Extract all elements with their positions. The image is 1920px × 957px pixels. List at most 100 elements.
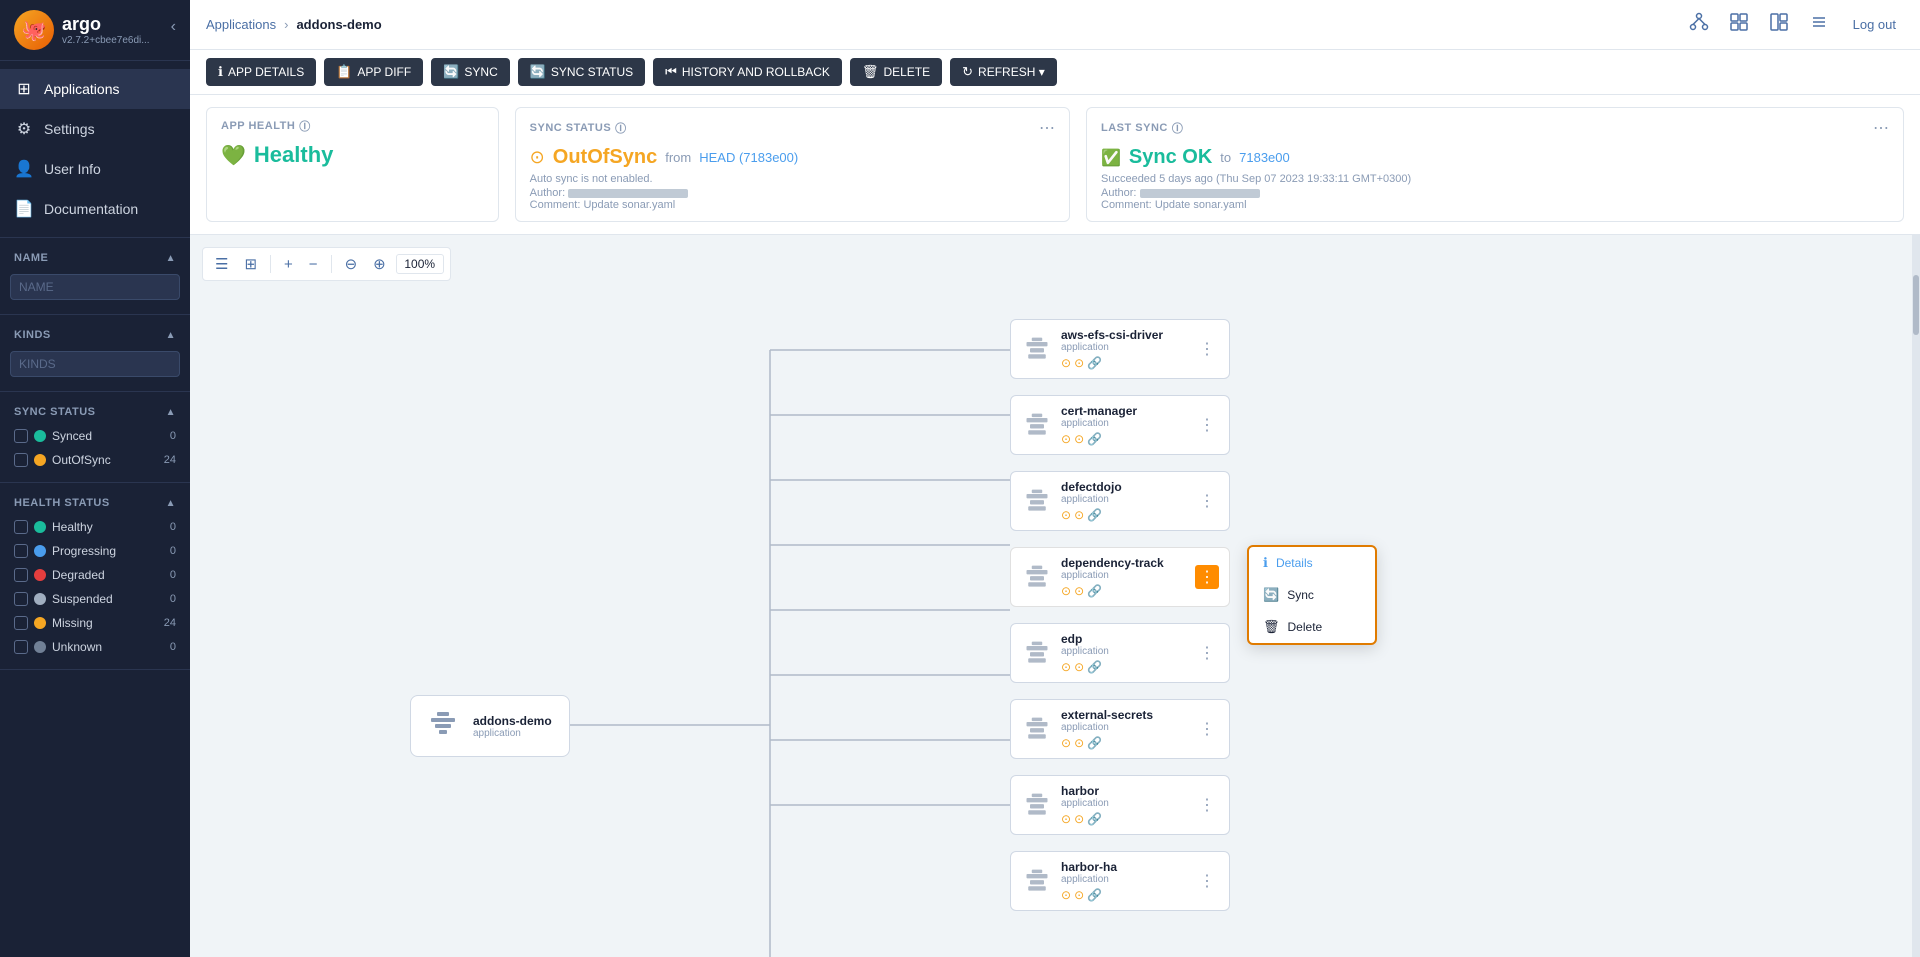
filter-row-synced: Synced 0 [0, 424, 190, 448]
edp-link-icon[interactable]: 🔗 [1087, 660, 1102, 674]
node-name-dependency-track: dependency-track [1061, 556, 1164, 570]
aws-efs-link-icon[interactable]: 🔗 [1087, 356, 1102, 370]
sidebar-item-documentation[interactable]: 📄 Documentation [0, 189, 190, 229]
node-menu-aws-efs[interactable]: ⋮ [1195, 337, 1219, 361]
logout-button[interactable]: Log out [1845, 13, 1904, 36]
health-section-header: HEALTH STATUS ▲ [0, 493, 190, 515]
grid-view-canvas-button[interactable]: ⊞ [238, 252, 263, 276]
node-defectdojo[interactable]: defectdojo application ⊙ ⊙ 🔗 ⋮ [1010, 471, 1230, 531]
name-filter-section: NAME ▲ [0, 238, 190, 315]
split-view-button[interactable] [1765, 8, 1793, 41]
node-menu-harbor[interactable]: ⋮ [1195, 793, 1219, 817]
ext-secrets-link-icon[interactable]: 🔗 [1087, 736, 1102, 750]
root-app-name: addons-demo [473, 714, 552, 728]
delete-button[interactable]: 🗑 DELETE [850, 58, 942, 86]
node-menu-external-secrets[interactable]: ⋮ [1195, 717, 1219, 741]
node-menu-harbor-ha[interactable]: ⋮ [1195, 869, 1219, 893]
cert-manager-link-icon[interactable]: 🔗 [1087, 432, 1102, 446]
health-chevron[interactable]: ▲ [166, 498, 176, 509]
sync-ok-icon: ✅ [1101, 148, 1121, 168]
topbar: Applications › addons-demo Log out [190, 0, 1920, 50]
sync-button[interactable]: 🔄 SYNC [431, 58, 510, 86]
missing-checkbox[interactable] [14, 616, 28, 630]
sync-status-info-icon[interactable]: ⓘ [615, 120, 627, 136]
grid-view-button[interactable] [1725, 8, 1753, 41]
harbor-ha-link-icon[interactable]: 🔗 [1087, 888, 1102, 902]
sidebar-item-user-info[interactable]: 👤 User Info [0, 149, 190, 189]
context-menu-delete[interactable]: 🗑 Delete [1249, 611, 1375, 643]
app-details-button[interactable]: ℹ APP DETAILS [206, 58, 316, 86]
outofSync-label: OutOfSync [52, 453, 111, 467]
suspended-checkbox[interactable] [14, 592, 28, 606]
node-edp[interactable]: edp application ⊙ ⊙ 🔗 ⋮ [1010, 623, 1230, 683]
node-harbor-ha[interactable]: harbor-ha application ⊙ ⊙ 🔗 ⋮ [1010, 851, 1230, 911]
sync-chevron[interactable]: ▲ [166, 407, 176, 418]
dep-track-link-icon[interactable]: 🔗 [1087, 584, 1102, 598]
node-cert-manager[interactable]: cert-manager application ⊙ ⊙ 🔗 ⋮ [1010, 395, 1230, 455]
app-diff-button[interactable]: 📋 APP DIFF [324, 58, 423, 86]
canvas-zoom-in-button[interactable]: + [278, 253, 299, 276]
synced-count: 0 [170, 430, 176, 442]
sync-head-link[interactable]: HEAD (7183e00) [699, 150, 798, 165]
node-menu-edp[interactable]: ⋮ [1195, 641, 1219, 665]
synced-checkbox[interactable] [14, 429, 28, 443]
sync-status-menu[interactable]: ⋯ [1039, 118, 1055, 138]
app-details-label: APP DETAILS [228, 65, 304, 79]
ext-secrets-icon-1: ⊙ [1061, 736, 1071, 750]
last-sync-author-row: Author: [1101, 187, 1889, 199]
context-menu-details[interactable]: ℹ Details [1249, 547, 1375, 579]
node-aws-efs-csi-driver[interactable]: aws-efs-csi-driver application ⊙ ⊙ 🔗 ⋮ [1010, 319, 1230, 379]
degraded-checkbox[interactable] [14, 568, 28, 582]
tree-view-button[interactable] [1685, 8, 1713, 41]
breadcrumb-applications[interactable]: Applications [206, 17, 276, 32]
sidebar-item-settings[interactable]: ⚙ Settings [0, 109, 190, 149]
unknown-checkbox[interactable] [14, 640, 28, 654]
list-view-canvas-button[interactable]: ☰ [209, 252, 234, 276]
context-menu-sync[interactable]: 🔄 Sync [1249, 579, 1375, 611]
name-filter-input[interactable] [10, 274, 180, 300]
node-menu-dependency-track[interactable]: ⋮ [1195, 565, 1219, 589]
last-sync-menu[interactable]: ⋯ [1873, 118, 1889, 138]
canvas-divider-2 [331, 255, 332, 273]
name-chevron[interactable]: ▲ [166, 253, 176, 264]
last-sync-info-icon[interactable]: ⓘ [1172, 120, 1184, 136]
app-health-panel: APP HEALTH ⓘ 💚 Healthy [206, 107, 499, 222]
root-app-node[interactable]: addons-demo application [410, 695, 570, 757]
app-nodes-column: aws-efs-csi-driver application ⊙ ⊙ 🔗 ⋮ [1010, 319, 1230, 919]
right-scrollbar[interactable] [1912, 235, 1920, 957]
defectdojo-link-icon[interactable]: 🔗 [1087, 508, 1102, 522]
last-sync-commit[interactable]: 7183e00 [1239, 150, 1290, 165]
zoom-input[interactable] [396, 254, 444, 274]
node-external-secrets[interactable]: external-secrets application ⊙ ⊙ 🔗 ⋮ [1010, 699, 1230, 759]
node-name-cert-manager: cert-manager [1061, 404, 1137, 418]
edp-icon-2: ⊙ [1074, 660, 1084, 674]
healthy-checkbox[interactable] [14, 520, 28, 534]
kinds-filter-input[interactable] [10, 351, 180, 377]
sidebar-item-label: Documentation [44, 201, 138, 217]
node-name-defectdojo: defectdojo [1061, 480, 1122, 494]
refresh-button[interactable]: ↻ REFRESH ▾ [950, 58, 1057, 86]
tree-container[interactable]: addons-demo application aws-efs-csi [190, 295, 1920, 957]
kinds-chevron[interactable]: ▲ [166, 330, 176, 341]
back-button[interactable]: ‹ [171, 18, 176, 36]
app-health-info-icon[interactable]: ⓘ [299, 118, 311, 134]
node-icon-harbor-ha [1021, 865, 1053, 897]
canvas-zoom-reset-button[interactable]: ⊕ [367, 252, 392, 276]
node-dependency-track[interactable]: dependency-track application ⊙ ⊙ 🔗 ⋮ [1010, 547, 1230, 607]
kinds-filter-section: KINDS ▲ [0, 315, 190, 392]
history-rollback-button[interactable]: ⏮ HISTORY AND ROLLBACK [653, 58, 842, 86]
sync-status-button[interactable]: 🔄 SYNC STATUS [518, 58, 645, 86]
harbor-icon-1: ⊙ [1061, 812, 1071, 826]
node-menu-defectdojo[interactable]: ⋮ [1195, 489, 1219, 513]
progressing-checkbox[interactable] [14, 544, 28, 558]
unknown-count: 0 [170, 641, 176, 653]
outofSync-checkbox[interactable] [14, 453, 28, 467]
canvas-zoom-out-button[interactable]: − [303, 253, 324, 276]
harbor-icon-2: ⊙ [1074, 812, 1084, 826]
sidebar-item-applications[interactable]: ⊞ Applications [0, 69, 190, 109]
canvas-zoom-fit-button[interactable]: ⊖ [339, 252, 364, 276]
node-harbor[interactable]: harbor application ⊙ ⊙ 🔗 ⋮ [1010, 775, 1230, 835]
list-view-button[interactable] [1805, 8, 1833, 41]
harbor-link-icon[interactable]: 🔗 [1087, 812, 1102, 826]
node-menu-cert-manager[interactable]: ⋮ [1195, 413, 1219, 437]
